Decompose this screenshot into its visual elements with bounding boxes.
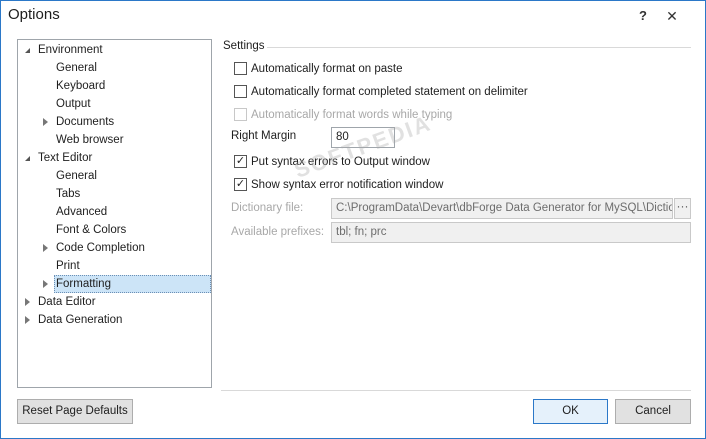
- tree-item[interactable]: Data Editor: [38, 293, 96, 311]
- help-icon[interactable]: ?: [635, 8, 651, 24]
- tree-item-label: General: [56, 170, 97, 182]
- collapse-arrow-icon[interactable]: [43, 118, 48, 126]
- available-prefixes-label: Available prefixes:: [231, 226, 325, 238]
- syntax-error-notification-checkbox[interactable]: ✓: [234, 178, 247, 191]
- tree-item-label: Print: [56, 260, 80, 272]
- auto-format-paste-checkbox[interactable]: [234, 62, 247, 75]
- tree-item-label: Code Completion: [56, 242, 145, 254]
- available-prefixes-input: tbl; fn; prc: [331, 222, 691, 243]
- tree-item[interactable]: Data Generation: [38, 311, 122, 329]
- tree-item-label: Output: [56, 98, 91, 110]
- collapse-arrow-icon[interactable]: [25, 316, 30, 324]
- browse-dictionary-button[interactable]: ···: [674, 198, 691, 219]
- tree-item[interactable]: Font & Colors: [56, 221, 126, 239]
- tree-item-label: Environment: [38, 44, 103, 56]
- tree-item[interactable]: Keyboard: [56, 77, 105, 95]
- tree-item[interactable]: Environment: [38, 41, 103, 59]
- dictionary-file-label: Dictionary file:: [231, 202, 304, 214]
- tree-item[interactable]: Print: [56, 257, 80, 275]
- cancel-button[interactable]: Cancel: [615, 399, 691, 424]
- settings-divider: [267, 47, 691, 48]
- settings-section-title: Settings: [223, 40, 265, 52]
- right-margin-label: Right Margin: [231, 130, 297, 142]
- collapse-arrow-icon[interactable]: [43, 280, 48, 288]
- close-icon[interactable]: ✕: [661, 7, 683, 27]
- tree-item[interactable]: Code Completion: [56, 239, 145, 257]
- tree-item[interactable]: Output: [56, 95, 91, 113]
- syntax-error-notification-label: Show syntax error notification window: [251, 179, 444, 191]
- dialog-title: Options: [8, 6, 60, 23]
- tree-item-label: Keyboard: [56, 80, 106, 92]
- tree-item[interactable]: Web browser: [56, 131, 124, 149]
- tree-item-label: Text Editor: [38, 152, 93, 164]
- tree-item[interactable]: General: [56, 59, 97, 77]
- tree-item[interactable]: General: [56, 167, 97, 185]
- collapse-arrow-icon[interactable]: [25, 298, 30, 306]
- tree-item[interactable]: Formatting: [54, 275, 211, 293]
- options-tree[interactable]: Environment General Keyboard Output Document…: [17, 39, 212, 388]
- tree-item[interactable]: Tabs: [56, 185, 80, 203]
- tree-item-label: Data Editor: [38, 296, 96, 308]
- collapse-arrow-icon[interactable]: [43, 244, 48, 252]
- tree-item-label: General: [56, 62, 97, 74]
- tree-item-label: Documents: [56, 116, 115, 128]
- tree-item-label: Data Generation: [38, 314, 123, 326]
- options-dialog: Options ? ✕ Environment General Keyboard Ou…: [0, 0, 706, 439]
- tree-item-label: Formatting: [56, 278, 111, 290]
- ok-button[interactable]: OK: [533, 399, 608, 424]
- reset-page-defaults-button[interactable]: Reset Page Defaults: [17, 399, 133, 424]
- tree-item-label: Tabs: [56, 188, 81, 200]
- tree-item-label: Advanced: [56, 206, 108, 218]
- tree-item[interactable]: Text Editor: [38, 149, 92, 167]
- expand-arrow-icon[interactable]: [25, 48, 30, 53]
- tree-item[interactable]: Documents: [56, 113, 114, 131]
- title-bar: Options ? ✕: [1, 1, 705, 32]
- auto-format-delimiter-label: Automatically format completed statement…: [251, 86, 528, 98]
- tree-item-label: Font & Colors: [56, 224, 127, 236]
- expand-arrow-icon[interactable]: [25, 156, 30, 161]
- bottom-divider: [221, 390, 691, 391]
- auto-format-typing-checkbox: [234, 108, 247, 121]
- tree-item-label: Web browser: [56, 134, 124, 146]
- tree-item[interactable]: Advanced: [56, 203, 107, 221]
- auto-format-paste-label: Automatically format on paste: [251, 63, 403, 75]
- auto-format-delimiter-checkbox[interactable]: [234, 85, 247, 98]
- syntax-errors-output-checkbox[interactable]: ✓: [234, 155, 247, 168]
- dictionary-file-input: C:\ProgramData\Devart\dbForge Data Gener…: [331, 198, 673, 219]
